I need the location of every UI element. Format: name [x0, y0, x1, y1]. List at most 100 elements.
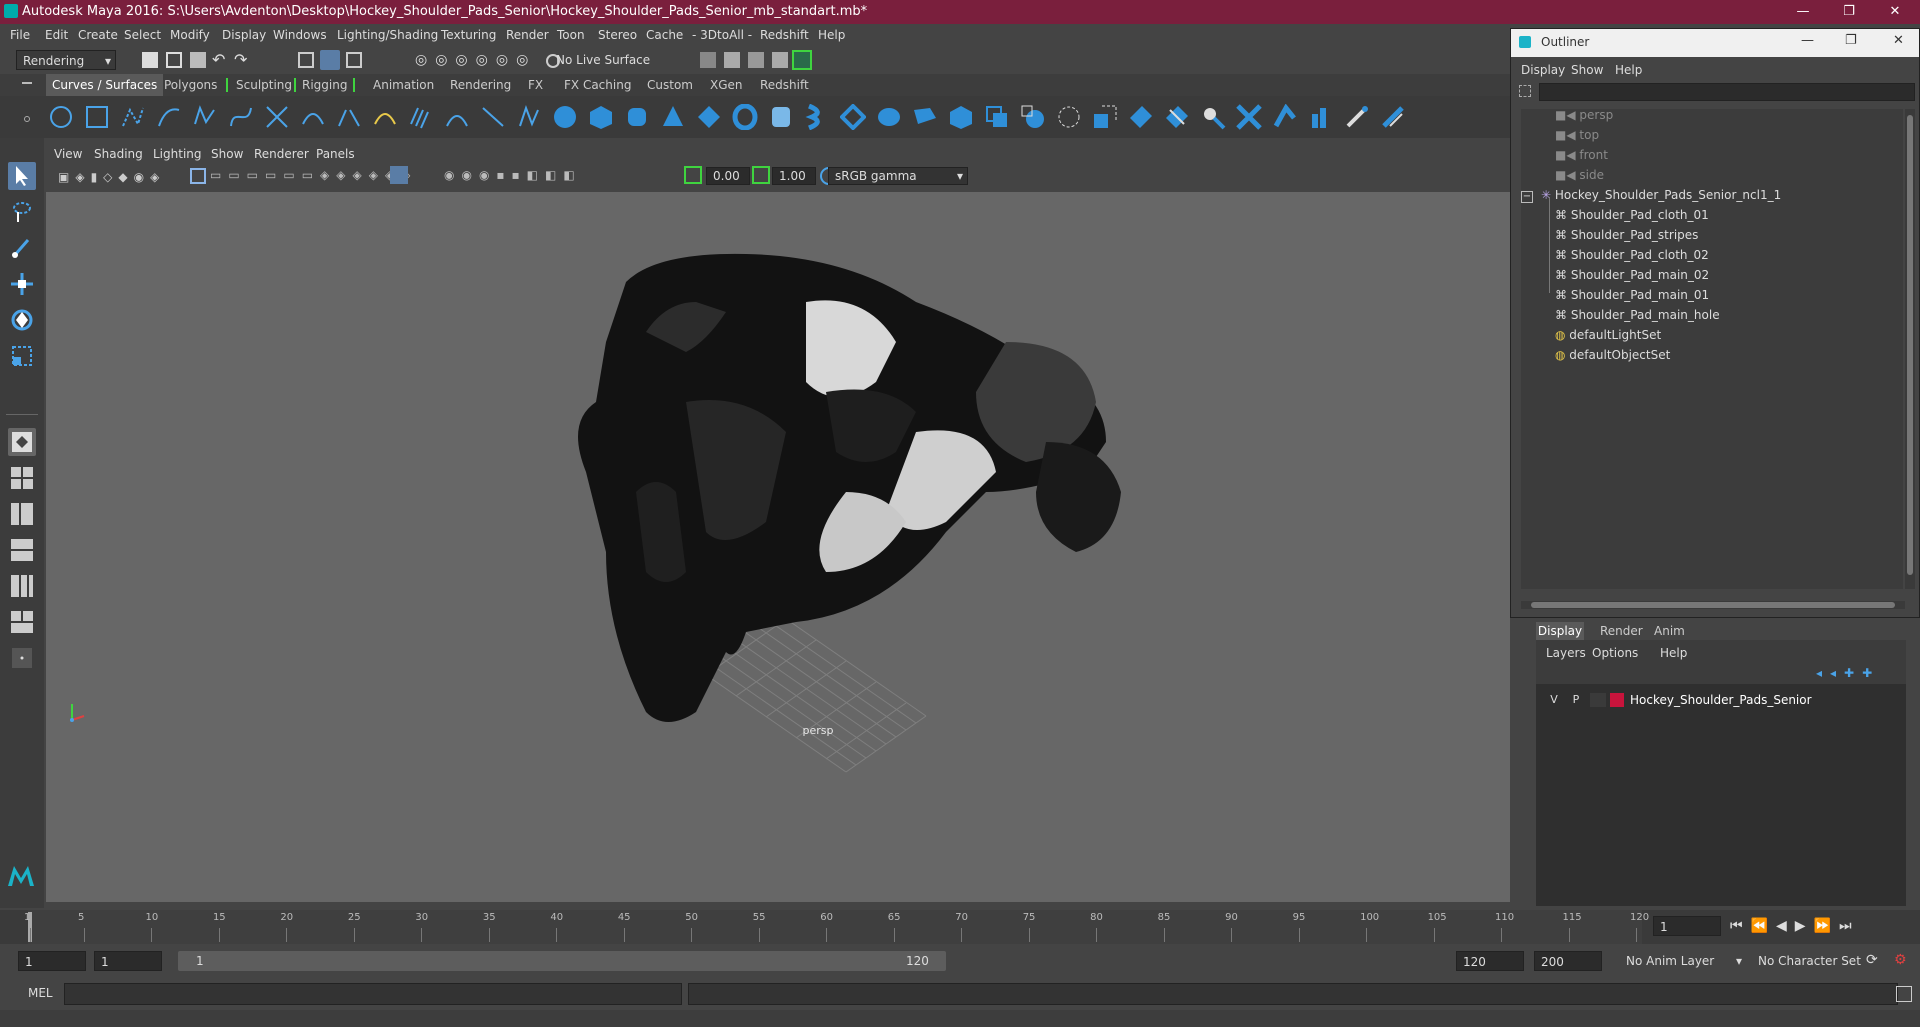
layer-menu-options[interactable]: Options — [1592, 646, 1638, 660]
detach-surfaces-icon[interactable] — [1272, 104, 1298, 130]
menu-edit[interactable]: Edit — [45, 28, 68, 42]
menu-select[interactable]: Select — [124, 28, 161, 42]
shelf-tab-fx-caching[interactable]: FX Caching — [564, 78, 631, 92]
layer-visibility-toggle[interactable]: V — [1546, 693, 1562, 709]
layer-name[interactable]: Hockey_Shoulder_Pads_Senior — [1630, 693, 1812, 707]
render-settings-icon[interactable] — [772, 52, 788, 68]
square-surface-icon[interactable] — [984, 104, 1010, 130]
shelf-tab-rendering[interactable]: Rendering — [450, 78, 511, 92]
layer-row[interactable]: V P Hockey_Shoulder_Pads_Senior — [1536, 690, 1906, 710]
extend-curve-icon[interactable] — [372, 104, 398, 130]
scrollbar-thumb[interactable] — [1907, 115, 1913, 575]
layout-persp-outliner-icon[interactable] — [8, 608, 36, 636]
outliner-item-persp[interactable]: ■◀ persp — [1555, 105, 1613, 125]
script-editor-icon[interactable] — [1896, 986, 1912, 1002]
shelf-tab-custom[interactable]: Custom — [647, 78, 693, 92]
trim-tool-icon[interactable] — [1164, 104, 1190, 130]
paint-select-tool-icon[interactable] — [8, 234, 36, 262]
menu-windows[interactable]: Windows — [273, 28, 327, 42]
color-space-dropdown[interactable]: sRGB gamma ▾ — [828, 167, 968, 185]
time-slider[interactable]: 1 5 10 15 20 25 30 35 40 45 50 55 60 65 70 75 80 85 90 95 10… — [0, 910, 1920, 944]
render-view-icon[interactable] — [700, 52, 716, 68]
project-curve-icon[interactable] — [1092, 104, 1118, 130]
ep-curve-icon[interactable] — [156, 104, 182, 130]
panel-menu-shading[interactable]: Shading — [94, 147, 143, 161]
maya-home-logo-icon[interactable] — [6, 860, 36, 890]
playback-controls[interactable]: ⏮⏪◀▶⏩⏭ — [1730, 918, 1860, 934]
layer-tab-anim[interactable]: Anim — [1654, 624, 1685, 638]
extrude-icon[interactable] — [876, 104, 902, 130]
range-slider[interactable]: 1 120 — [178, 951, 946, 971]
untrim-icon[interactable] — [1200, 104, 1226, 130]
rebuild-surface-icon[interactable] — [1380, 104, 1406, 130]
layout-hypershade-icon[interactable] — [8, 572, 36, 600]
layout-outliner-persp-icon[interactable] — [8, 500, 36, 528]
loft-icon[interactable] — [804, 104, 830, 130]
gamma-icon[interactable] — [752, 166, 770, 184]
live-surface-label[interactable]: No Live Surface — [556, 53, 650, 67]
menu-display[interactable]: Display — [222, 28, 266, 42]
grid-toggle-icon[interactable] — [190, 168, 206, 184]
outliner-item-mesh[interactable]: ⌘ Shoulder_Pad_main_hole — [1555, 305, 1720, 325]
render-current-icon[interactable] — [724, 52, 740, 68]
outliner-search-input[interactable] — [1539, 83, 1915, 101]
shelf-tab-curves-surfaces[interactable]: Curves / Surfaces — [46, 74, 164, 96]
animation-start-field[interactable]: 1 — [18, 951, 86, 971]
panel-menu-show[interactable]: Show — [211, 147, 243, 161]
layer-menu-help[interactable]: Help — [1660, 646, 1687, 660]
shelf-tab-sculpting[interactable]: Sculpting — [226, 78, 292, 92]
move-tool-icon[interactable] — [8, 270, 36, 298]
panel-menu-panels[interactable]: Panels — [316, 147, 355, 161]
menu-file[interactable]: File — [10, 28, 30, 42]
outliner-item-mesh[interactable]: ⌘ Shoulder_Pad_cloth_02 — [1555, 245, 1709, 265]
filter-icon[interactable] — [1519, 85, 1531, 97]
layer-type-toggle[interactable] — [1590, 693, 1606, 707]
layer-playback-toggle[interactable]: P — [1568, 693, 1584, 709]
character-set-dropdown[interactable]: No Character Set — [1758, 954, 1861, 968]
command-language-label[interactable]: MEL — [28, 986, 53, 1000]
select-object-icon[interactable] — [320, 50, 340, 70]
menu-redshift[interactable]: Redshift — [760, 28, 809, 42]
auto-key-icon[interactable]: ⟳ — [1866, 952, 1878, 968]
outliner-item-group[interactable]: − ✳ Hockey_Shoulder_Pads_Senior_ncl1_1 — [1521, 185, 1781, 205]
layer-tab-render[interactable]: Render — [1600, 624, 1643, 638]
new-scene-icon[interactable] — [142, 52, 158, 68]
close-button[interactable]: ✕ — [1893, 33, 1904, 48]
animation-preferences-icon[interactable]: ⚙ — [1894, 952, 1907, 968]
select-hierarchy-icon[interactable] — [298, 52, 314, 68]
outliner-menu-display[interactable]: Display — [1521, 63, 1565, 77]
curve-editing-icon[interactable] — [516, 104, 542, 130]
lighting-toggle-icons[interactable]: ◉◉◉▪▪◧◧◧ — [444, 168, 614, 184]
nurbs-square-icon[interactable] — [84, 104, 110, 130]
open-close-surface-icon[interactable] — [1308, 104, 1334, 130]
menu-stereo[interactable]: Stereo — [598, 28, 637, 42]
outliner-item-mesh[interactable]: ⌘ Shoulder_Pad_main_01 — [1555, 285, 1709, 305]
bevel-plus-icon[interactable] — [1056, 104, 1082, 130]
sculpt-geometry-icon[interactable] — [1344, 104, 1370, 130]
snap-icons[interactable]: ◎◎◎◎◎◎ — [415, 52, 536, 68]
outliner-item-front[interactable]: ■◀ front — [1555, 145, 1608, 165]
time-slider-track[interactable] — [28, 910, 1642, 944]
layer-color-swatch[interactable] — [1610, 693, 1624, 707]
bezier-curve-icon[interactable] — [228, 104, 254, 130]
shelf-tab-fx[interactable]: FX — [528, 78, 543, 92]
nurbs-plane-icon[interactable] — [696, 104, 722, 130]
outliner-menu-show[interactable]: Show — [1571, 63, 1603, 77]
close-button[interactable]: ✕ — [1872, 0, 1918, 24]
undo-icon[interactable]: ↶ — [212, 50, 225, 69]
exposure-icon[interactable] — [684, 166, 702, 184]
planar-icon[interactable] — [840, 104, 866, 130]
panel-menu-lighting[interactable]: Lighting — [153, 147, 202, 161]
menu-cache[interactable]: Cache — [646, 28, 683, 42]
shelf-tab-xgen[interactable]: XGen — [710, 78, 743, 92]
outliner-menu-help[interactable]: Help — [1615, 63, 1642, 77]
ipr-render-icon[interactable] — [748, 52, 764, 68]
command-input[interactable] — [64, 983, 682, 1005]
layer-menu-layers[interactable]: Layers — [1546, 646, 1586, 660]
nurbs-sphere-icon[interactable] — [552, 104, 578, 130]
shelf-options-icon[interactable] — [24, 116, 30, 122]
layout-persp-graph-icon[interactable] — [8, 536, 36, 564]
nurbs-cone-icon[interactable] — [660, 104, 686, 130]
outliner-item-mesh[interactable]: ⌘ Shoulder_Pad_main_02 — [1555, 265, 1709, 285]
outliner-item-set[interactable]: ◍ defaultLightSet — [1555, 325, 1661, 345]
